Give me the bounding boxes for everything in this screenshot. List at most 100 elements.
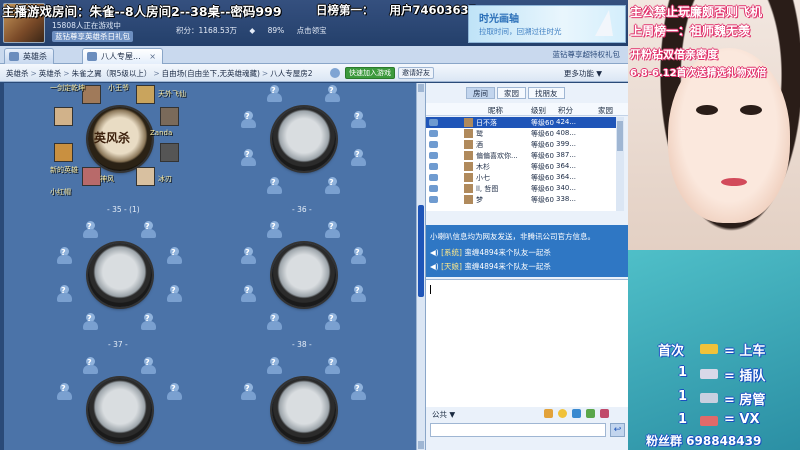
- scroll-up-icon[interactable]: [418, 84, 424, 92]
- tab-room[interactable]: 房间: [466, 87, 495, 99]
- game-table-39[interactable]: [88, 378, 152, 442]
- player-row[interactable]: 酒等级60 399...: [426, 139, 616, 150]
- empty-seat[interactable]: ?: [166, 247, 182, 264]
- status-icon: [429, 130, 438, 137]
- player-row[interactable]: 日不落 等级60 424...: [426, 117, 616, 128]
- font-icon[interactable]: [572, 409, 581, 418]
- empty-seat[interactable]: ?: [240, 149, 256, 166]
- empty-seat[interactable]: ?: [324, 313, 340, 330]
- tab-hero-kill[interactable]: 英雄杀: [4, 48, 54, 64]
- crumb-2[interactable]: 英雄杀: [39, 69, 62, 78]
- empty-seat[interactable]: ?: [56, 247, 72, 264]
- player-avatar[interactable]: [160, 143, 179, 162]
- col-score[interactable]: 积分: [558, 105, 573, 116]
- empty-seat[interactable]: ?: [240, 111, 256, 128]
- player-avatar[interactable]: [54, 143, 73, 162]
- quick-join-button[interactable]: 快速加入游戏: [345, 67, 395, 79]
- scrollbar-thumb[interactable]: [617, 121, 623, 151]
- empty-seat[interactable]: ?: [56, 383, 72, 400]
- vip-gift-link[interactable]: 蓝钻尊享英雄杀日礼包: [52, 31, 133, 42]
- channel-select[interactable]: 公共 ▼: [432, 409, 455, 420]
- invite-friends-button[interactable]: 邀请好友: [398, 67, 434, 79]
- chat-input[interactable]: [430, 423, 606, 437]
- close-icon[interactable]: ×: [149, 52, 156, 61]
- empty-seat[interactable]: ?: [350, 149, 366, 166]
- col-level[interactable]: 级别: [531, 105, 546, 116]
- player-row[interactable]: 偏偏喜欢你... 等级60 387...: [426, 150, 616, 161]
- game-table-37[interactable]: [88, 243, 152, 307]
- empty-seat[interactable]: ?: [56, 285, 72, 302]
- empty-seat[interactable]: ?: [266, 313, 282, 330]
- tab-eight-room[interactable]: 八人专屋... ×: [82, 48, 163, 64]
- fan-group-number: 粉丝群 698848439: [646, 434, 762, 448]
- empty-seat[interactable]: ?: [140, 221, 156, 238]
- send-button[interactable]: ↩: [610, 423, 625, 437]
- player-row[interactable]: 小七 等级60 364...: [426, 172, 616, 183]
- table-label-36: - 36 -: [292, 205, 312, 214]
- empty-seat[interactable]: ?: [324, 85, 340, 102]
- player-row[interactable]: 木杉 等级60 364...: [426, 161, 616, 172]
- empty-seat[interactable]: ?: [266, 357, 282, 374]
- empty-seat[interactable]: ?: [324, 177, 340, 194]
- empty-seat[interactable]: ?: [82, 313, 98, 330]
- warning-icon[interactable]: [544, 409, 553, 418]
- player-avatar[interactable]: [82, 167, 101, 186]
- crumb-5[interactable]: 八人专屋房2: [270, 69, 312, 78]
- empty-seat[interactable]: ?: [266, 85, 282, 102]
- empty-seat[interactable]: ?: [350, 285, 366, 302]
- tab-home[interactable]: 家园: [497, 87, 526, 99]
- player-avatar[interactable]: [136, 167, 155, 186]
- empty-seat[interactable]: ?: [82, 221, 98, 238]
- speaker-icon: ◀): [430, 262, 439, 271]
- empty-seat[interactable]: ?: [266, 177, 282, 194]
- empty-seat[interactable]: ?: [140, 313, 156, 330]
- crumb-4[interactable]: 自由场(自由坐下,无英雄魂藏): [162, 69, 260, 78]
- empty-seat[interactable]: ?: [266, 221, 282, 238]
- ad-banner[interactable]: 时光画轴 拉取时间，回溯过往时光: [468, 5, 626, 43]
- crumb-3[interactable]: 朱雀之翼（限5级以上）: [72, 69, 152, 78]
- player-avatar[interactable]: [54, 107, 73, 126]
- empty-seat[interactable]: ?: [240, 285, 256, 302]
- empty-seat[interactable]: ?: [324, 221, 340, 238]
- col-home[interactable]: 家园: [598, 105, 613, 116]
- player-row[interactable]: 梦等级60 338...: [426, 194, 616, 205]
- player-list-scrollbar[interactable]: [616, 117, 624, 211]
- col-nick[interactable]: 昵称: [488, 105, 503, 116]
- empty-seat[interactable]: ?: [82, 357, 98, 374]
- player-avatar[interactable]: [136, 85, 155, 104]
- player-name: 天外飞仙: [158, 90, 186, 98]
- status-icon: [429, 163, 438, 170]
- empty-seat[interactable]: ?: [166, 285, 182, 302]
- score-label: 积分：1168.53万: [176, 26, 238, 35]
- percent-label: 89%: [267, 26, 285, 35]
- chat-history-area[interactable]: [426, 279, 629, 407]
- empty-seat[interactable]: ?: [240, 383, 256, 400]
- vip-privilege-link[interactable]: 蓝钻尊享超特权礼包: [553, 49, 621, 60]
- player-name: 冰刃: [158, 175, 172, 183]
- player-row[interactable]: ll, 哲图 等级60 340...: [426, 183, 616, 194]
- empty-seat[interactable]: ?: [324, 357, 340, 374]
- tab-find-friends[interactable]: 找朋友: [528, 87, 565, 99]
- scroll-down-icon[interactable]: [418, 441, 424, 449]
- empty-seat[interactable]: ?: [166, 383, 182, 400]
- game-table-36[interactable]: [272, 107, 336, 171]
- emoji-icon[interactable]: [558, 409, 567, 418]
- empty-seat[interactable]: ?: [140, 357, 156, 374]
- game-table-40[interactable]: [272, 378, 336, 442]
- more-functions-menu[interactable]: 更多功能 ▼: [564, 68, 602, 79]
- game-table-38[interactable]: [272, 243, 336, 307]
- empty-seat[interactable]: ?: [240, 247, 256, 264]
- ad-title: 时光画轴: [479, 14, 519, 25]
- empty-seat[interactable]: ?: [350, 111, 366, 128]
- empty-seat[interactable]: ?: [350, 383, 366, 400]
- gift-icon[interactable]: [600, 409, 609, 418]
- empty-seat[interactable]: ?: [350, 247, 366, 264]
- scrollbar-thumb[interactable]: [418, 205, 424, 297]
- table-area-scrollbar[interactable]: [416, 83, 425, 450]
- treasure-link[interactable]: 点击领宝: [297, 26, 327, 35]
- player-avatar[interactable]: [160, 107, 179, 126]
- image-icon[interactable]: [586, 409, 595, 418]
- crumb-1[interactable]: 英雄杀: [6, 69, 29, 78]
- refresh-icon[interactable]: [330, 68, 340, 78]
- player-row[interactable]: 鹫等级60 408...: [426, 128, 616, 139]
